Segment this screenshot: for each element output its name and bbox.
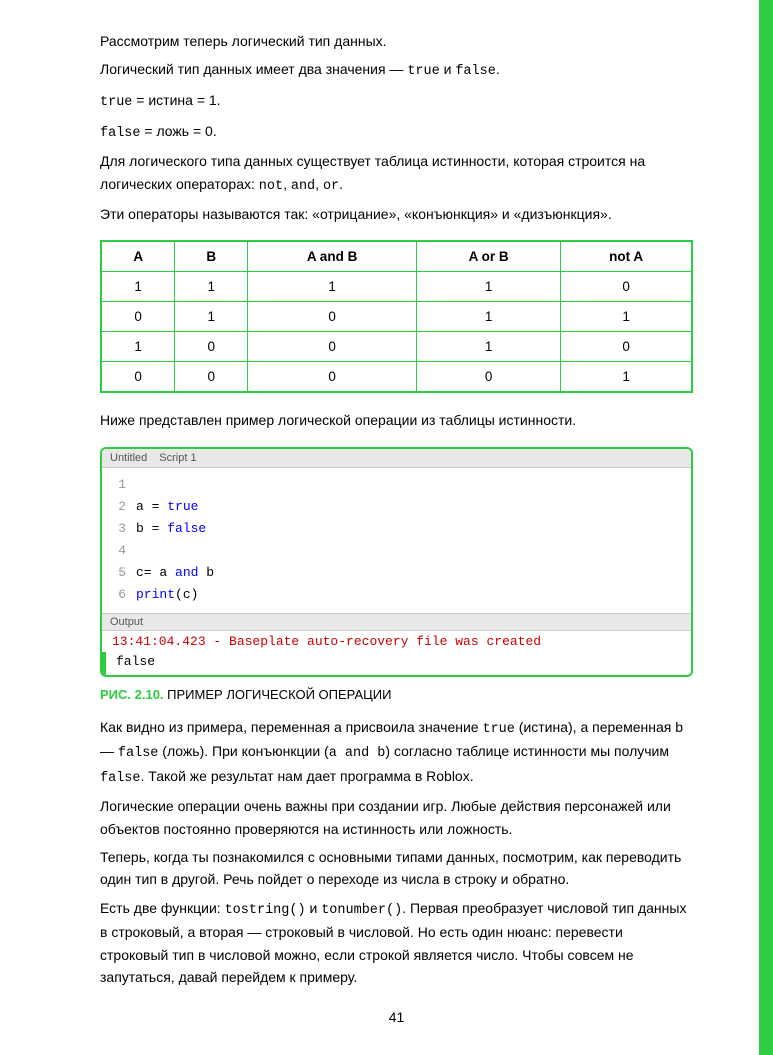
- paragraph-2: Логический тип данных имеет два значения…: [100, 58, 693, 83]
- code-line-5: 5 c= a and b: [112, 562, 681, 584]
- titlebar-right: Script 1: [159, 452, 196, 464]
- truth-table-wrapper: A B A and B A or B not A 1 1 1 1 0 0 1: [100, 240, 693, 393]
- line-num: 4: [112, 540, 126, 562]
- col-header-aorb: A or B: [417, 241, 561, 272]
- code-output-result: false: [102, 652, 691, 675]
- code-output-bar: Output: [102, 613, 691, 631]
- body-paragraph-2-text: Логические операции очень важны при созд…: [100, 798, 671, 836]
- col-header-b: B: [175, 241, 248, 272]
- cell: 0: [248, 301, 417, 331]
- code-false-eq: false: [100, 126, 141, 141]
- cell: 1: [175, 301, 248, 331]
- below-table-text-content: Ниже представлен пример логической опера…: [100, 412, 576, 428]
- output-bar-label: Output: [110, 616, 143, 628]
- paragraph-3: true = истина = 1.: [100, 89, 693, 114]
- body-paragraph-3-text: Теперь, когда ты познакомился с основным…: [100, 849, 681, 887]
- inline-false: false: [118, 746, 159, 761]
- page-number-text: 41: [389, 1009, 405, 1025]
- fig-caption-text: ПРИМЕР ЛОГИЧЕСКОЙ ОПЕРАЦИИ: [167, 687, 391, 702]
- cell: 1: [175, 271, 248, 301]
- cell: 1: [417, 271, 561, 301]
- code-titlebar: Untitled Script 1: [102, 449, 691, 468]
- code-body: 1 2 a = true 3 b = false 4 5 c= a and b …: [102, 468, 691, 613]
- cell: 0: [561, 271, 692, 301]
- table-row: 0 1 0 1 1: [101, 301, 692, 331]
- line-num: 3: [112, 518, 126, 540]
- output-line-text: 13:41:04.423 - Baseplate auto-recovery f…: [112, 634, 541, 649]
- cell: 0: [561, 331, 692, 361]
- code-line-2: 2 a = true: [112, 496, 681, 518]
- cell: 0: [417, 361, 561, 392]
- col-header-nota: not A: [561, 241, 692, 272]
- code-line-1: 1: [112, 474, 681, 496]
- paragraph-1-text: Рассмотрим теперь логический тип данных.: [100, 33, 387, 49]
- paragraph-6: Эти операторы называются так: «отрицание…: [100, 203, 693, 225]
- code-and: and: [291, 179, 315, 194]
- code-not: not: [259, 179, 283, 194]
- cell: 0: [175, 361, 248, 392]
- line-code: c= a and b: [136, 562, 214, 584]
- line-code: a = true: [136, 496, 198, 518]
- titlebar-left: Untitled: [110, 452, 147, 464]
- inline-a-and-b: a and b: [329, 746, 386, 761]
- paragraph-6-text: Эти операторы называются так: «отрицание…: [100, 206, 612, 222]
- table-row: 1 1 1 1 0: [101, 271, 692, 301]
- code-true: true: [407, 64, 439, 79]
- table-row: 1 0 0 1 0: [101, 331, 692, 361]
- code-screenshot: Untitled Script 1 1 2 a = true 3 b = fal…: [100, 447, 693, 677]
- cell: 1: [417, 301, 561, 331]
- col-header-a: A: [101, 241, 175, 272]
- code-true-eq: true: [100, 95, 132, 110]
- body-paragraph-3: Теперь, когда ты познакомился с основным…: [100, 846, 693, 891]
- fig-caption: РИС. 2.10. ПРИМЕР ЛОГИЧЕСКОЙ ОПЕРАЦИИ: [100, 687, 693, 702]
- body-paragraph-2: Логические операции очень важны при созд…: [100, 795, 693, 840]
- cell: 0: [101, 301, 175, 331]
- cell: 1: [101, 271, 175, 301]
- inline-false2: false: [100, 771, 141, 786]
- body-paragraph-4: Есть две функции: tostring() и tonumber(…: [100, 897, 693, 989]
- code-line-6: 6 print(c): [112, 584, 681, 606]
- line-code: print(c): [136, 584, 198, 606]
- below-table-text: Ниже представлен пример логической опера…: [100, 409, 693, 431]
- line-code: b = false: [136, 518, 206, 540]
- line-num: 1: [112, 474, 126, 496]
- cell: 0: [248, 331, 417, 361]
- code-or: or: [323, 179, 339, 194]
- inline-tonumber: tonumber(): [321, 903, 402, 918]
- paragraph-5: Для логического типа данных существует т…: [100, 150, 693, 197]
- cell: 0: [101, 361, 175, 392]
- cell: 1: [561, 361, 692, 392]
- cell: 1: [101, 331, 175, 361]
- cell: 0: [248, 361, 417, 392]
- cell: 0: [175, 331, 248, 361]
- line-num: 6: [112, 584, 126, 606]
- code-line-3: 3 b = false: [112, 518, 681, 540]
- line-num: 2: [112, 496, 126, 518]
- truth-table-header-row: A B A and B A or B not A: [101, 241, 692, 272]
- truth-table: A B A and B A or B not A 1 1 1 1 0 0 1: [100, 240, 693, 393]
- table-row: 0 0 0 0 1: [101, 361, 692, 392]
- code-false: false: [455, 64, 496, 79]
- code-line-4: 4: [112, 540, 681, 562]
- fig-label: РИС. 2.10.: [100, 687, 164, 702]
- page-container: Рассмотрим теперь логический тип данных.…: [0, 0, 773, 1055]
- paragraph-1: Рассмотрим теперь логический тип данных.: [100, 30, 693, 52]
- col-header-aandb: A and B: [248, 241, 417, 272]
- output-result-text: false: [116, 654, 155, 669]
- inline-true: true: [482, 722, 514, 737]
- cell: 1: [561, 301, 692, 331]
- cell: 1: [417, 331, 561, 361]
- page-number: 41: [100, 1009, 693, 1025]
- line-num: 5: [112, 562, 126, 584]
- inline-tostring: tostring(): [225, 903, 306, 918]
- paragraph-4: false = ложь = 0.: [100, 120, 693, 145]
- cell: 1: [248, 271, 417, 301]
- body-paragraph-1: Как видно из примера, переменная a присв…: [100, 716, 693, 790]
- code-output-line: 13:41:04.423 - Baseplate auto-recovery f…: [102, 631, 691, 652]
